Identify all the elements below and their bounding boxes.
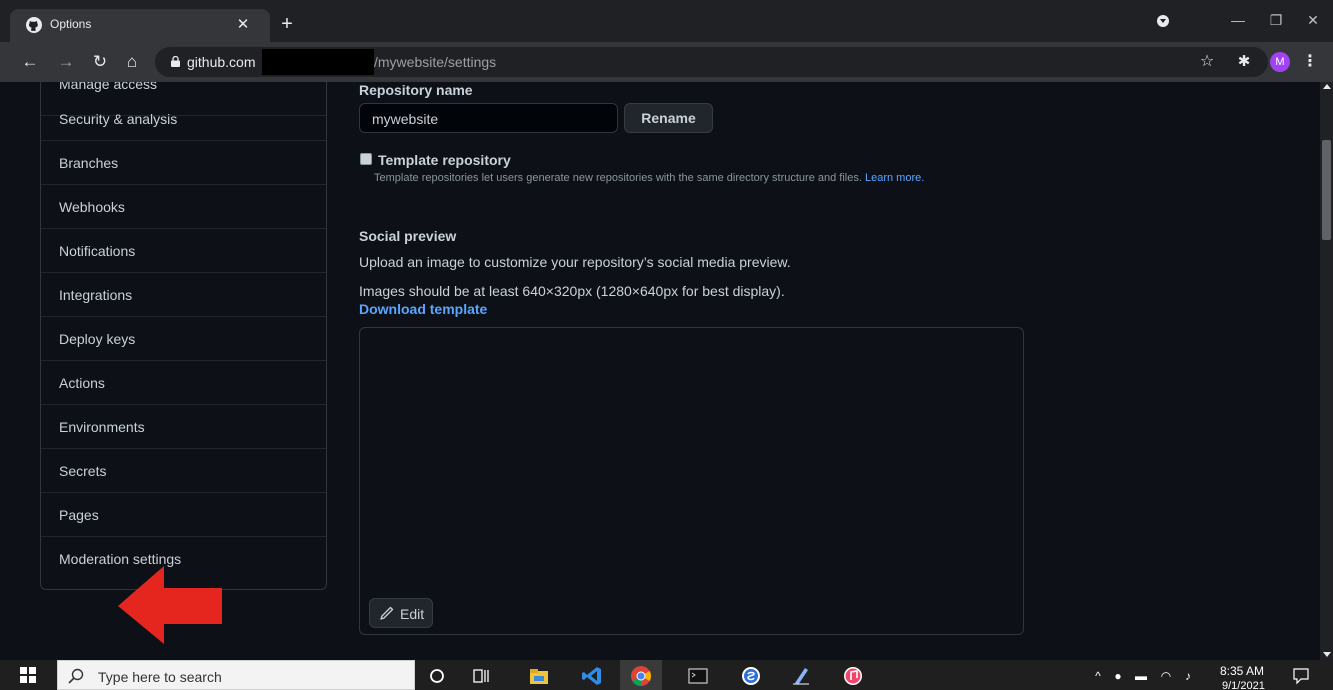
sidebar-item-branches[interactable]: Branches (41, 141, 326, 185)
clock-date[interactable]: 9/1/2021 (1222, 680, 1265, 690)
file-explorer-icon[interactable] (528, 665, 550, 687)
template-repository-label: Template repository (378, 152, 511, 168)
url-path: /mywebsite/settings (374, 54, 497, 70)
sidebar-item-label: Moderation settings (59, 551, 182, 567)
rename-button[interactable]: Rename (624, 103, 713, 133)
settings-main: Repository name mywebsite Rename Templat… (359, 82, 1059, 660)
sidebar-item-deploy-keys[interactable]: Deploy keys (41, 317, 326, 361)
edit-label: Edit (400, 606, 425, 622)
sidebar-item-label: Manage access (59, 82, 158, 92)
wifi-icon[interactable]: ◠ (1158, 668, 1174, 684)
sidebar-item-pages[interactable]: Pages (41, 493, 326, 537)
back-arrow-icon[interactable]: ← (20, 52, 40, 72)
template-repository-checkbox[interactable] (360, 153, 372, 165)
repo-name-input[interactable]: mywebsite (359, 103, 618, 133)
sidebar-item-integrations[interactable]: Integrations (41, 273, 326, 317)
sidebar-item-label: Environments (59, 419, 145, 435)
browser-toolbar: ← → ↻ ⌂ github.com /mywebsite/settings ☆ (0, 42, 1333, 82)
tab-close-icon[interactable]: ✕ (233, 15, 253, 35)
social-preview-description: Upload an image to customize your reposi… (359, 254, 791, 270)
browser-menu-icon[interactable]: ⋮ (1302, 52, 1318, 72)
sidebar-item-notifications[interactable]: Notifications (41, 229, 326, 273)
browser-tab[interactable]: Options ✕ (10, 9, 270, 42)
forward-arrow-icon[interactable]: → (56, 52, 76, 72)
terminal-icon[interactable] (687, 665, 709, 687)
home-icon[interactable]: ⌂ (122, 52, 142, 72)
sidebar-item-label: Secrets (59, 463, 107, 479)
social-preview-size-hint: Images should be at least 640×320px (128… (359, 283, 785, 299)
tray-app-icon[interactable]: ● (1110, 668, 1126, 684)
sidebar-item-actions[interactable]: Actions (41, 361, 326, 405)
sidebar-item-security-analysis[interactable]: Security & analysis (41, 97, 326, 141)
template-help-text: Template repositories let users generate… (374, 172, 925, 184)
repo-name-label: Repository name (359, 82, 473, 98)
chrome-icon[interactable] (630, 665, 652, 687)
itunes-icon[interactable] (842, 665, 864, 687)
sidebar-item-label: Integrations (59, 287, 133, 303)
windows-taskbar: Type here to search ^ ● ▬ ◠ ♪ 8:35 AM 9/… (0, 660, 1333, 690)
clock-time[interactable]: 8:35 AM (1220, 664, 1264, 678)
volume-icon[interactable]: ♪ (1180, 668, 1196, 684)
repo-name-value: mywebsite (372, 111, 439, 127)
sidebar-item-webhooks[interactable]: Webhooks (41, 185, 326, 229)
cortana-icon[interactable] (426, 665, 448, 687)
social-preview-title: Social preview (359, 228, 457, 244)
sidebar-item-environments[interactable]: Environments (41, 405, 326, 449)
search-placeholder: Type here to search (98, 669, 222, 685)
download-template-link[interactable]: Download template (359, 301, 487, 317)
red-annotation-arrow (118, 566, 222, 644)
address-bar[interactable]: github.com /mywebsite/settings ☆ (155, 47, 1268, 77)
browser-tab-strip: Options ✕ + — ❐ ✕ (0, 0, 1333, 42)
pencil-icon (380, 606, 394, 620)
bookmark-star-icon[interactable]: ☆ (1197, 52, 1217, 72)
restore-icon[interactable]: ❐ (1266, 10, 1286, 30)
github-icon (26, 17, 42, 33)
tray-chevron-up-icon[interactable]: ^ (1090, 668, 1106, 684)
taskbar-search-box[interactable]: Type here to search (57, 660, 415, 690)
reload-icon[interactable]: ↻ (90, 52, 110, 72)
scroll-down-arrow-icon[interactable] (1323, 652, 1331, 657)
page-scrollbar[interactable] (1320, 82, 1333, 660)
sidebar-item-label: Pages (59, 507, 99, 523)
sidebar-item-label: Notifications (59, 243, 136, 259)
sidebar-item-label: Branches (59, 155, 119, 171)
page-viewport: Manage access Security & analysis Branch… (0, 82, 1320, 660)
minimize-icon[interactable]: — (1228, 10, 1248, 30)
vscode-icon[interactable] (581, 665, 603, 687)
new-tab-plus-icon[interactable]: + (277, 14, 297, 34)
profile-menu-icon[interactable] (1157, 15, 1169, 27)
close-window-icon[interactable]: ✕ (1303, 10, 1323, 30)
sidebar-item-label: Deploy keys (59, 331, 136, 347)
task-view-icon[interactable] (470, 665, 492, 687)
tab-title: Options (50, 17, 92, 31)
notifications-icon[interactable] (1292, 667, 1310, 685)
windows-start-icon[interactable] (20, 667, 36, 683)
extensions-puzzle-icon[interactable]: ✱ (1234, 52, 1254, 72)
notes-app-icon[interactable] (790, 665, 812, 687)
learn-more-link[interactable]: Learn more. (865, 172, 924, 184)
scroll-thumb[interactable] (1322, 140, 1331, 240)
sidebar-item-label: Webhooks (59, 199, 125, 215)
sidebar-item-secrets[interactable]: Secrets (41, 449, 326, 493)
lock-icon (171, 56, 180, 67)
url-host: github.com (187, 54, 256, 70)
profile-avatar[interactable]: M (1270, 52, 1290, 72)
search-icon (68, 668, 84, 684)
social-preview-image-area: Edit (359, 327, 1024, 635)
settings-sidebar: Manage access Security & analysis Branch… (40, 82, 327, 590)
redacted-block (262, 49, 374, 75)
skype-icon[interactable] (740, 665, 762, 687)
sidebar-item-label: Security & analysis (59, 111, 178, 127)
sidebar-item-label: Actions (59, 375, 105, 391)
battery-icon[interactable]: ▬ (1133, 668, 1149, 684)
edit-button[interactable]: Edit (369, 598, 433, 628)
scroll-up-arrow-icon[interactable] (1323, 84, 1331, 89)
